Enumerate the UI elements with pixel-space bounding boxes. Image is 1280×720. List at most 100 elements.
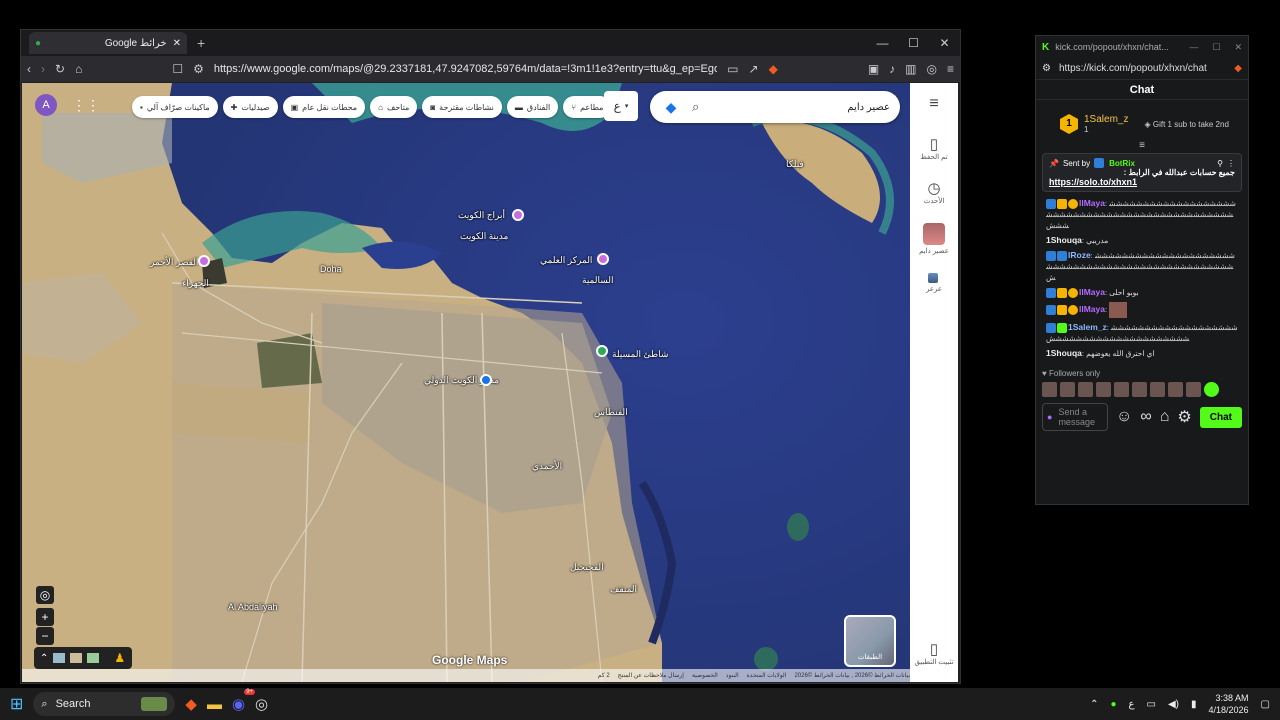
app-icon[interactable]: ◎ xyxy=(255,695,268,713)
address-bar[interactable]: https://www.google.com/maps/@29.2337181,… xyxy=(214,63,717,75)
recent-place-1[interactable]: عصير دايم xyxy=(919,223,949,255)
home-icon[interactable]: ⌂ xyxy=(75,62,82,76)
network-icon[interactable]: ▭ xyxy=(1147,699,1156,710)
chip-transit[interactable]: ▣ محطات نقل عام xyxy=(282,96,366,118)
layers-button[interactable]: الطبقات xyxy=(844,615,896,667)
volume-icon[interactable]: ◀) xyxy=(1168,699,1179,710)
chip-museums[interactable]: ⌂ متاحف xyxy=(370,96,418,118)
collapse-icon[interactable]: ≡ xyxy=(1036,140,1248,151)
layer-thumb-1[interactable] xyxy=(53,653,66,663)
label-red-palace[interactable]: القصر الأحمر xyxy=(150,257,198,268)
layer-thumb-2[interactable] xyxy=(70,653,83,663)
chevron-up-icon[interactable]: ⌃ xyxy=(1090,699,1098,710)
hamburger-menu-icon[interactable]: ≡ xyxy=(929,95,938,113)
gift-sub-button[interactable]: ◈ Gift 1 sub to take 2nd xyxy=(1144,120,1228,129)
scientific-center-pin[interactable] xyxy=(597,253,609,265)
account-avatar[interactable]: A xyxy=(35,94,57,116)
site-info-icon[interactable]: ⚙ xyxy=(193,62,204,76)
unpin-icon[interactable]: ⚲ xyxy=(1217,159,1223,168)
clock[interactable]: 3:38 AM 4/18/2026 xyxy=(1209,692,1249,716)
discord-icon[interactable]: ◉ 9+ xyxy=(232,689,256,713)
mic-icon[interactable]: ● xyxy=(1110,699,1116,710)
sidebar-icon[interactable]: ▥ xyxy=(905,62,916,76)
mic-icon[interactable]: ● xyxy=(1047,412,1052,422)
taskbar-search[interactable]: ⌕ Search xyxy=(33,692,176,716)
cast-icon[interactable]: ▭ xyxy=(727,62,738,76)
search-input[interactable]: عصير دايم xyxy=(709,102,890,113)
brave-browser-icon[interactable]: ◆ xyxy=(185,695,197,713)
vpn-icon[interactable]: ◎ xyxy=(927,62,937,76)
reload-icon[interactable]: ↻ xyxy=(55,62,65,76)
maximize-button[interactable]: ☐ xyxy=(898,30,929,56)
site-info-icon[interactable]: ⚙ xyxy=(1042,63,1051,74)
map-search-box[interactable]: عصير دايم ⌕ ◆ xyxy=(650,91,900,123)
chip-pharmacies[interactable]: ✚ صيدليات xyxy=(222,96,278,118)
emote[interactable] xyxy=(1114,382,1129,398)
menu-icon[interactable]: ≡ xyxy=(947,62,954,76)
forward-icon[interactable]: › xyxy=(41,62,45,76)
label-kuwait-towers[interactable]: أبراج الكويت xyxy=(458,210,505,221)
battery-icon[interactable]: ▮ xyxy=(1191,699,1197,710)
new-tab-button[interactable]: + xyxy=(197,35,205,51)
emote[interactable] xyxy=(1060,382,1075,398)
chip-hotels[interactable]: ▬ الفنادق xyxy=(506,96,559,118)
emote[interactable] xyxy=(1096,382,1111,398)
emote[interactable] xyxy=(1168,382,1183,398)
pinned-link[interactable]: https://solo.to/xhxn1 xyxy=(1049,177,1235,187)
zoom-out-button[interactable]: − xyxy=(36,627,54,645)
tab-close-icon[interactable]: ✕ xyxy=(173,38,181,49)
zoom-in-button[interactable]: + xyxy=(36,608,54,626)
kuwait-towers-pin[interactable] xyxy=(512,209,524,221)
music-icon[interactable]: ♪ xyxy=(889,62,895,76)
bookmark-icon[interactable]: ☐ xyxy=(172,62,183,76)
gift-username[interactable]: 1Salem_z xyxy=(1084,114,1128,125)
install-app-button[interactable]: ▯ تثبيت التطبيق xyxy=(914,640,953,666)
chip-things-to-do[interactable]: ◙ نشاطات مقترحة xyxy=(422,96,502,118)
keyboard-toggle[interactable]: ع ▾ xyxy=(604,91,638,121)
share-icon[interactable]: ↗ xyxy=(749,62,759,76)
kick-emote-icon[interactable]: ∞ xyxy=(1140,408,1151,426)
apps-grid-icon[interactable]: ⋮⋮ xyxy=(72,97,100,114)
emote[interactable] xyxy=(1186,382,1201,398)
satellite-map[interactable]: A ⋮⋮ ▪ ماكينات صرّاف آلي ✚ صيدليات ▣ محطات … xyxy=(22,83,910,682)
file-explorer-icon[interactable]: ▬ xyxy=(207,696,222,713)
more-options-icon[interactable]: ⋮ xyxy=(1227,159,1235,168)
windows-start-icon[interactable]: ⊞ xyxy=(10,694,23,714)
messila-beach-pin[interactable] xyxy=(596,345,608,357)
chip-atm[interactable]: ▪ ماكينات صرّاف آلي xyxy=(132,96,218,118)
emote[interactable] xyxy=(1150,382,1165,398)
label-scientific-center[interactable]: المركز العلمي xyxy=(540,255,592,266)
close-button[interactable]: ✕ xyxy=(1234,42,1242,53)
back-icon[interactable]: ‹ xyxy=(27,62,31,76)
emoji-icon[interactable]: ☺ xyxy=(1116,408,1132,426)
expand-up-icon[interactable]: ⌃ xyxy=(40,653,48,664)
recent-place-2[interactable]: عرعر xyxy=(926,273,942,293)
notifications-icon[interactable]: ▢ xyxy=(1261,699,1270,710)
emote[interactable] xyxy=(1204,382,1219,398)
red-palace-pin[interactable] xyxy=(198,255,210,267)
send-chat-button[interactable]: Chat xyxy=(1199,406,1242,428)
emote[interactable] xyxy=(1042,382,1057,398)
label-messila-beach[interactable]: شاطئ المسيلة xyxy=(612,349,668,360)
screenshot-icon[interactable]: ▣ xyxy=(868,62,879,76)
close-button[interactable]: ✕ xyxy=(929,30,960,56)
brave-shield-icon[interactable]: ◆ xyxy=(1234,63,1242,74)
directions-icon[interactable]: ◆ xyxy=(660,96,682,118)
brave-shield-icon[interactable]: ◆ xyxy=(769,62,778,76)
search-icon[interactable]: ⌕ xyxy=(692,99,699,115)
settings-gear-icon[interactable]: ⚙ xyxy=(1177,407,1191,427)
emote[interactable] xyxy=(1132,382,1147,398)
minimize-button[interactable]: — xyxy=(867,30,898,56)
language-indicator[interactable]: ع xyxy=(1129,699,1135,710)
store-icon[interactable]: ⌂ xyxy=(1160,408,1170,426)
maximize-button[interactable]: ☐ xyxy=(1212,42,1220,53)
emote[interactable] xyxy=(1078,382,1093,398)
pegman-icon[interactable]: ♟ xyxy=(114,651,125,665)
chat-url[interactable]: https://kick.com/popout/xhxn/chat xyxy=(1059,63,1207,74)
layer-thumb-3[interactable] xyxy=(87,653,100,663)
airport-pin[interactable] xyxy=(480,374,492,386)
my-location-button[interactable]: ◎ xyxy=(36,586,54,604)
recent-button[interactable]: ◷ الأحدث xyxy=(924,179,945,205)
tab-google-maps[interactable]: ● Google خرائط ✕ xyxy=(29,32,187,54)
chat-input[interactable]: ● Send a message xyxy=(1042,403,1108,432)
